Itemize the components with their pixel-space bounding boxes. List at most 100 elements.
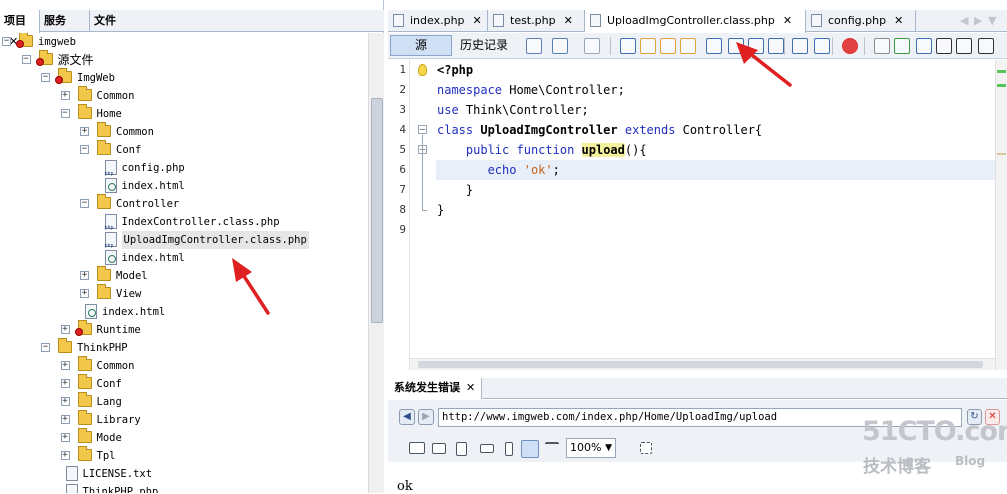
fold-icon[interactable]: − [418, 125, 427, 134]
tree-item[interactable]: + Common [0, 122, 368, 141]
collapse-icon[interactable]: − [41, 343, 50, 352]
close-icon[interactable]: ✕ [894, 14, 903, 27]
tree-item[interactable]: − Conf [0, 140, 368, 159]
code-line[interactable]: class UploadImgController extends Contro… [437, 120, 762, 140]
tree-item[interactable]: + Conf [0, 374, 368, 393]
shift-left-icon[interactable] [768, 38, 784, 54]
tab-services[interactable]: 服务 [40, 10, 90, 32]
collapse-icon[interactable]: − [80, 145, 89, 154]
tree-item[interactable]: + Common [0, 86, 368, 105]
hint-bulb-icon[interactable] [418, 64, 427, 76]
expand-icon[interactable]: + [60, 433, 70, 442]
expand-icon[interactable]: + [60, 91, 70, 100]
code-line[interactable]: echo 'ok'; [437, 160, 560, 180]
zoom-select[interactable]: 100% ▼ [566, 438, 616, 458]
inspect-icon[interactable] [640, 442, 652, 454]
format-icon[interactable] [916, 38, 932, 54]
code-line[interactable]: public function upload(){ [437, 140, 647, 160]
tree-item[interactable]: + Model [0, 266, 368, 285]
tab-config-php[interactable]: config.php ✕ [806, 10, 916, 32]
tree-item[interactable]: + Mode [0, 428, 368, 447]
tree-item[interactable]: + Common [0, 356, 368, 375]
rotate-icon[interactable] [545, 442, 559, 454]
tree-item[interactable]: − ImgWeb [0, 68, 368, 87]
desktop-icon[interactable] [409, 442, 425, 454]
expand-icon[interactable]: + [80, 289, 89, 298]
laptop-icon[interactable] [432, 443, 446, 454]
toggle-bookmark-icon[interactable] [706, 38, 722, 54]
tree-item[interactable]: IndexController.class.php [0, 213, 368, 237]
tree-item[interactable]: + Runtime [0, 320, 368, 339]
expand-icon[interactable]: + [60, 397, 70, 406]
tree-item[interactable]: − imgweb [0, 33, 368, 51]
forward-button[interactable]: ▶ [418, 409, 434, 425]
close-icon[interactable]: ✕ [473, 14, 482, 27]
tab-files[interactable]: 文件 [90, 10, 384, 32]
find-icon[interactable] [620, 38, 636, 54]
tab-test-php[interactable]: test.php ✕ [488, 10, 585, 32]
error-stripe-marker[interactable] [997, 84, 1006, 87]
history-button[interactable]: 历史记录 [460, 35, 508, 56]
collapse-icon[interactable]: − [60, 109, 70, 118]
expand-icon[interactable]: + [60, 325, 70, 334]
expand-icon[interactable]: + [60, 451, 70, 460]
tab-index-php[interactable]: index.php ✕ [388, 10, 488, 32]
collapse-icon[interactable]: − [41, 73, 50, 82]
error-stripe-marker[interactable] [997, 70, 1006, 73]
tree-item[interactable]: UploadImgController.class.php [0, 231, 368, 255]
chevron-right-icon[interactable]: ▶ [974, 10, 982, 32]
stop-icon[interactable] [874, 38, 890, 54]
chart-icon[interactable] [936, 38, 952, 54]
back-icon[interactable] [526, 38, 542, 54]
phone-icon[interactable] [505, 442, 513, 456]
collapse-icon[interactable]: − [2, 37, 11, 46]
tab-uploadimgcontroller[interactable]: UploadImgController.class.php ✕ [585, 10, 806, 33]
tree-item[interactable]: ThinkPHP.php [0, 483, 368, 493]
scrollbar-thumb[interactable] [371, 98, 383, 323]
tree-item[interactable]: − ThinkPHP [0, 338, 368, 357]
forward-icon[interactable] [552, 38, 568, 54]
tree-item[interactable]: + Tpl [0, 446, 368, 465]
close-icon[interactable]: ✕ [783, 14, 792, 27]
source-button[interactable]: 源 [390, 35, 452, 56]
shift-right-icon[interactable] [792, 38, 808, 54]
tree-item[interactable]: + Lang [0, 392, 368, 411]
tree-item[interactable]: LICENSE.txt [0, 465, 368, 483]
code-line[interactable]: } [437, 180, 473, 200]
tree-item[interactable]: − Controller [0, 194, 368, 213]
code-editor[interactable]: <?php namespace Home\Controller; use Think… [410, 60, 995, 370]
expand-icon[interactable]: + [60, 415, 70, 424]
tab-system-error[interactable]: 系统发生错误 ✕ [388, 378, 483, 399]
close-icon[interactable]: ✕ [564, 14, 573, 27]
tree-item[interactable]: index.html [0, 249, 368, 267]
expand-icon[interactable]: + [60, 361, 70, 370]
find-prev-icon[interactable] [640, 38, 656, 54]
chevron-left-icon[interactable]: ◀ [960, 10, 968, 32]
prev-bookmark-icon[interactable] [728, 38, 744, 54]
tree-item[interactable]: − Home [0, 104, 368, 123]
next-bookmark-icon[interactable] [748, 38, 764, 54]
expand-icon[interactable]: + [80, 127, 89, 136]
tab-projects[interactable]: 项目✕ [0, 10, 40, 48]
scrollbar-thumb[interactable] [418, 361, 983, 368]
toggle-highlight-icon[interactable] [680, 38, 696, 54]
find-next-icon[interactable] [660, 38, 676, 54]
tablet-landscape-icon[interactable] [480, 444, 494, 453]
tree-scrollbar[interactable] [368, 33, 384, 493]
chevron-down-icon[interactable]: ▼ [988, 10, 996, 32]
tree-item[interactable]: − 源文件 [0, 50, 368, 69]
more-icon[interactable] [956, 38, 972, 54]
tree-item[interactable]: index.html [0, 303, 368, 321]
tree-item[interactable]: + Library [0, 410, 368, 429]
code-line[interactable]: use Think\Controller; [437, 100, 589, 120]
code-line[interactable]: namespace Home\Controller; [437, 80, 625, 100]
diff-icon[interactable] [894, 38, 910, 54]
tree-item[interactable]: + View [0, 284, 368, 303]
toggle-icon[interactable] [584, 38, 600, 54]
editor-horizontal-scrollbar[interactable] [410, 358, 995, 370]
tablet-icon[interactable] [456, 442, 467, 456]
tree-item[interactable]: index.html [0, 177, 368, 195]
code-line[interactable]: <?php [437, 60, 473, 80]
expand-icon[interactable] [978, 38, 994, 54]
tree-item[interactable]: config.php [0, 159, 368, 183]
